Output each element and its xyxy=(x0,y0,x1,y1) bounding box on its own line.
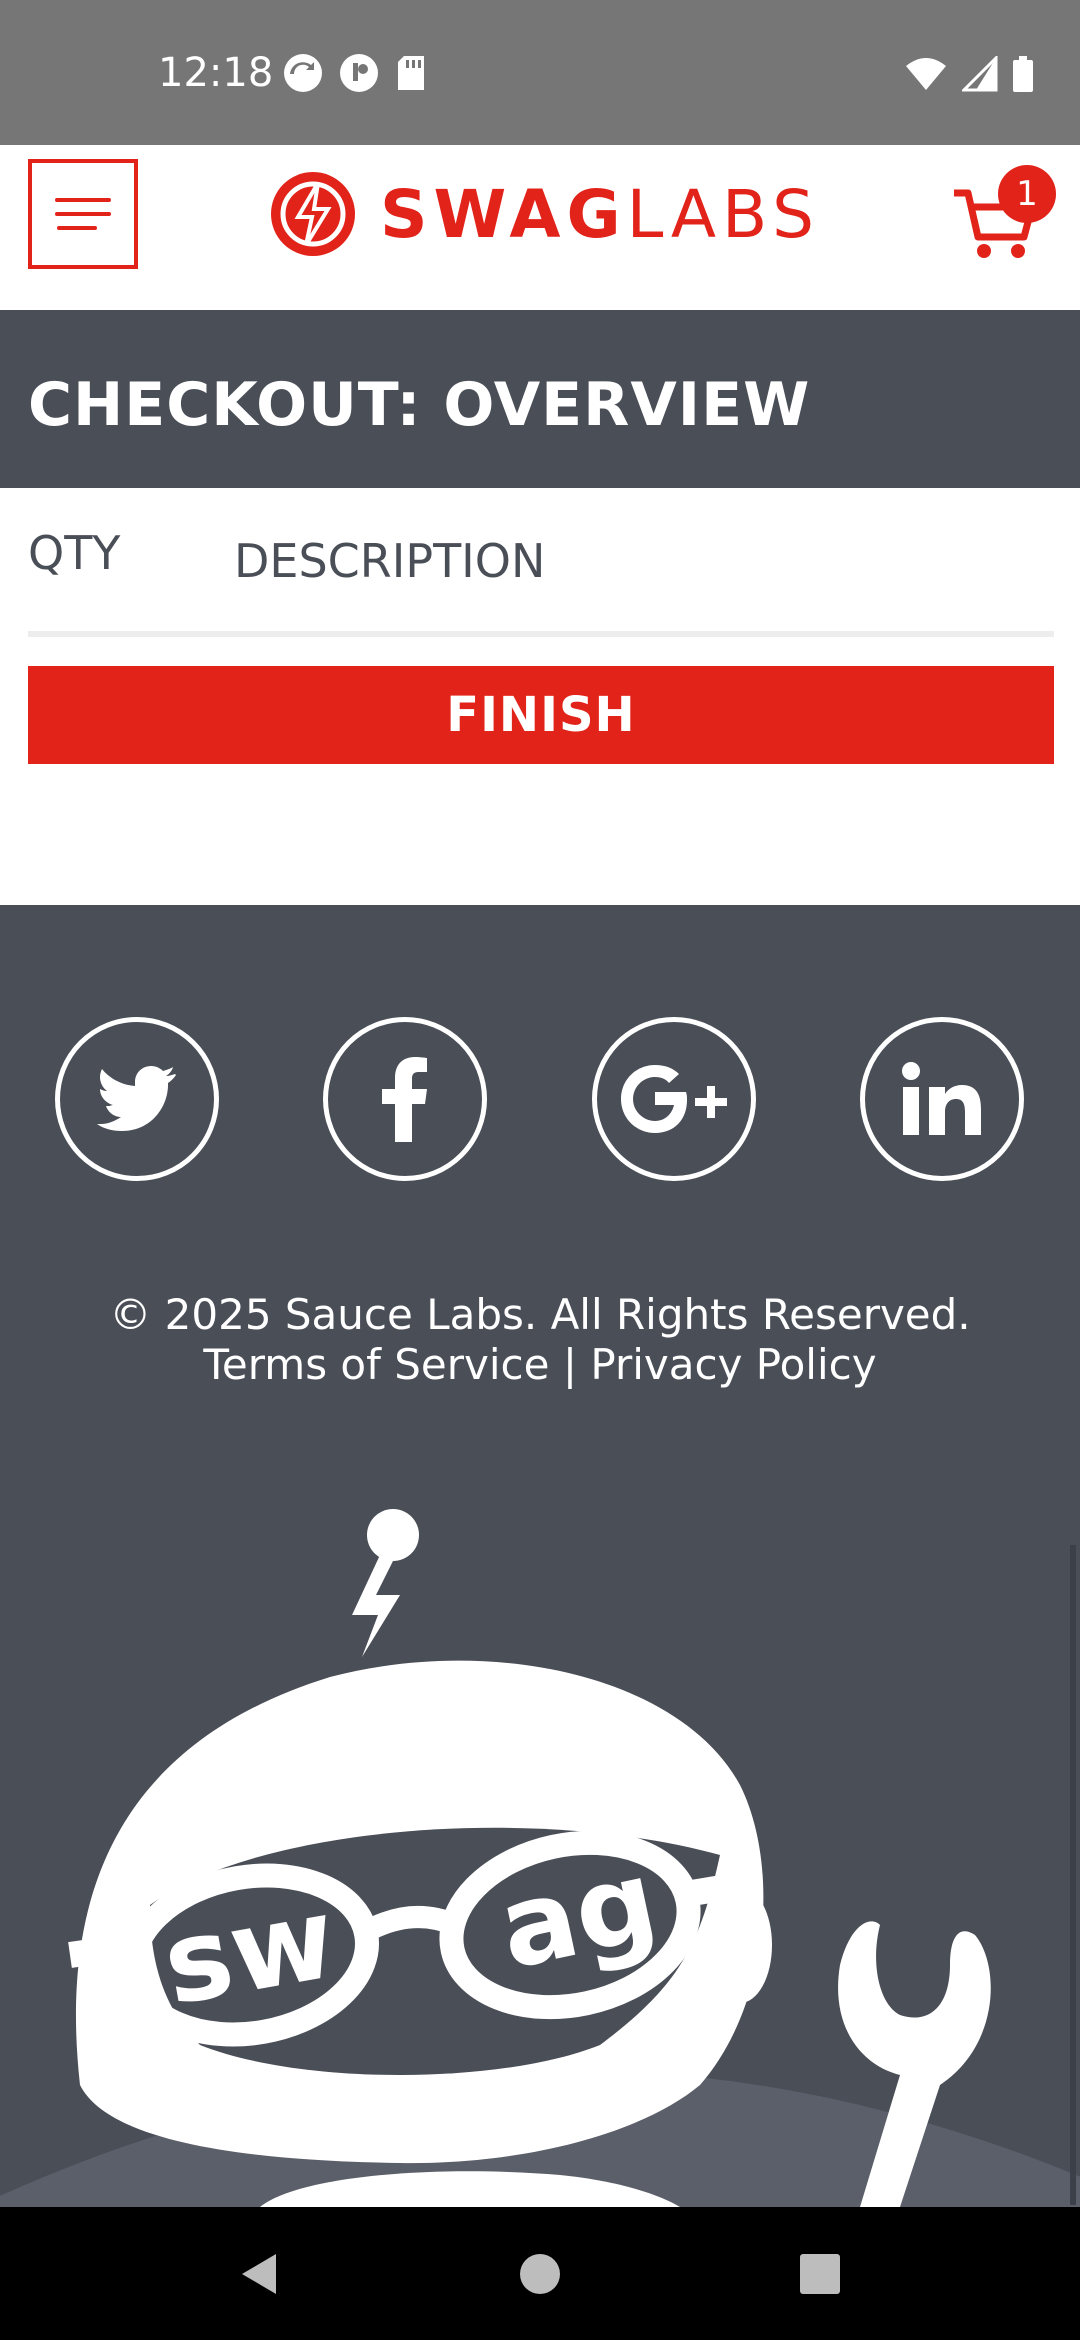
app-header: SWAGLABS 1 xyxy=(0,145,1080,310)
wifi-icon xyxy=(906,58,946,90)
notification-icons xyxy=(282,52,428,94)
sync-app-icon xyxy=(284,54,322,92)
twitter-icon xyxy=(97,1066,176,1131)
link-separator: | xyxy=(562,1340,577,1389)
google-plus-button[interactable] xyxy=(592,1017,756,1181)
copyright-text: © 2025 Sauce Labs. All Rights Reserved. xyxy=(109,1290,971,1339)
system-icons xyxy=(904,56,1034,92)
lightning-logo-icon xyxy=(271,172,355,256)
linkedin-icon xyxy=(902,1062,981,1135)
status-time: 12:18 xyxy=(158,50,274,96)
home-icon xyxy=(520,2253,560,2294)
recents-icon xyxy=(800,2253,840,2294)
back-button[interactable] xyxy=(198,2207,318,2340)
cart-button[interactable]: 1 xyxy=(950,165,1056,265)
finish-button[interactable]: FINISH xyxy=(28,666,1054,764)
divider xyxy=(28,631,1054,637)
page-title-bar: CHECKOUT: OVERVIEW xyxy=(0,310,1080,488)
sd-card-icon xyxy=(398,56,424,90)
brand-name-light: LABS xyxy=(626,175,821,253)
facebook-icon xyxy=(382,1057,427,1142)
menu-button[interactable] xyxy=(28,159,138,269)
battery-icon xyxy=(1013,56,1033,92)
facebook-button[interactable] xyxy=(323,1017,487,1181)
status-bar: 12:18 xyxy=(0,0,1080,145)
google-plus-icon xyxy=(621,1065,727,1133)
twitter-button[interactable] xyxy=(55,1017,219,1181)
back-icon xyxy=(242,2253,276,2294)
terms-link[interactable]: Terms of Service xyxy=(203,1340,549,1389)
copyright-block: © 2025 Sauce Labs. All Rights Reserved. … xyxy=(0,1290,1080,1390)
footer: © 2025 Sauce Labs. All Rights Reserved. … xyxy=(0,905,1080,2207)
linkedin-button[interactable] xyxy=(860,1017,1024,1181)
footer-links: Terms of Service | Privacy Policy xyxy=(0,1340,1080,1390)
recents-button[interactable] xyxy=(760,2207,880,2340)
menu-icon-line xyxy=(55,212,111,216)
scroll-indicator xyxy=(1070,1545,1076,2205)
description-column-header: DESCRIPTION xyxy=(234,534,546,588)
app-notification-icon xyxy=(340,54,378,92)
brand-name-bold: SWAG xyxy=(380,175,627,253)
cart-badge: 1 xyxy=(998,165,1056,223)
brand-name: SWAGLABS xyxy=(380,176,820,253)
home-button[interactable] xyxy=(480,2207,600,2340)
menu-icon-line xyxy=(57,226,97,230)
qty-column-header: QTY xyxy=(28,526,121,580)
page-title: CHECKOUT: OVERVIEW xyxy=(28,370,811,440)
menu-icon-line xyxy=(55,198,111,202)
privacy-link[interactable]: Privacy Policy xyxy=(590,1340,876,1389)
swag-bot-mascot: sw ag xyxy=(0,1509,1080,2207)
system-nav-bar xyxy=(0,2207,1080,2340)
brand-logo: SWAGLABS xyxy=(270,169,820,259)
cell-signal-icon xyxy=(962,56,998,92)
